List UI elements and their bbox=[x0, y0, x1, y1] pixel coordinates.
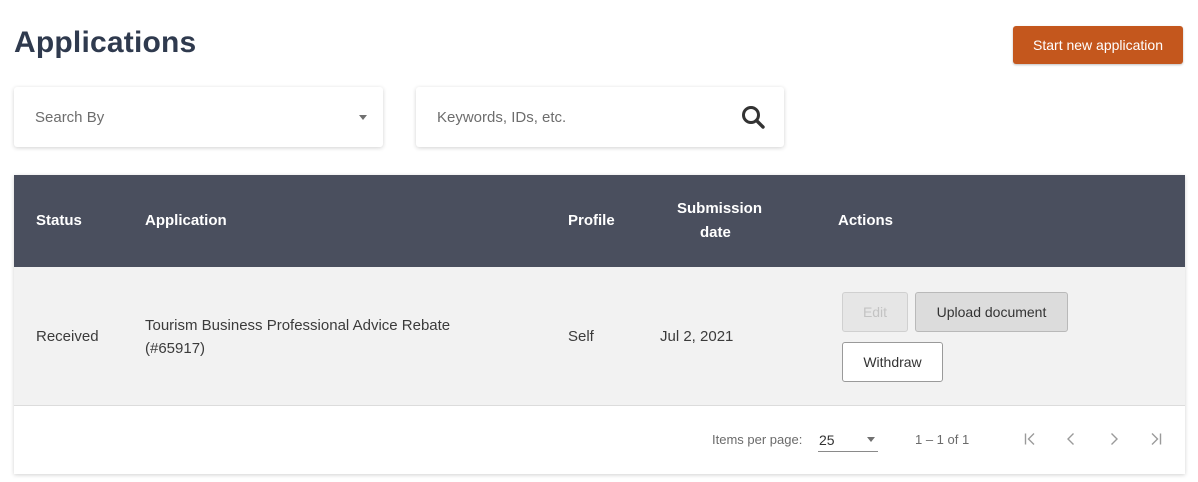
row-status: Received bbox=[36, 328, 99, 345]
search-by-placeholder: Search By bbox=[35, 108, 105, 126]
table-row: Received Tourism Business Professional A… bbox=[14, 267, 1185, 406]
first-page-icon[interactable] bbox=[1018, 426, 1042, 452]
pagination-range: 1 – 1 of 1 bbox=[915, 432, 970, 447]
applications-table: Status Application Profile Submission da… bbox=[14, 175, 1185, 474]
header-status: Status bbox=[36, 212, 82, 229]
header-application: Application bbox=[145, 212, 227, 229]
search-icon[interactable] bbox=[740, 104, 766, 130]
caret-down-icon bbox=[867, 437, 875, 442]
applications-page: Applications Start new application Searc… bbox=[0, 0, 1198, 482]
chevron-right-icon[interactable] bbox=[1102, 426, 1126, 452]
header-submission-date-line1: Submission bbox=[677, 200, 763, 217]
chevron-left-icon[interactable] bbox=[1059, 426, 1083, 452]
header-actions: Actions bbox=[838, 212, 894, 229]
items-per-page-select[interactable]: 25 bbox=[818, 428, 878, 452]
upload-document-button[interactable]: Upload document bbox=[915, 292, 1068, 332]
items-per-page-value: 25 bbox=[819, 431, 835, 448]
caret-down-icon bbox=[359, 114, 367, 120]
table-header: Status Application Profile Submission da… bbox=[14, 175, 1185, 267]
start-new-application-button[interactable]: Start new application bbox=[1013, 26, 1183, 64]
keywords-placeholder: Keywords, IDs, etc. bbox=[437, 108, 567, 126]
edit-button[interactable]: Edit bbox=[842, 292, 908, 332]
withdraw-button[interactable]: Withdraw bbox=[842, 342, 943, 382]
pagination: Items per page: 25 1 – 1 of 1 bbox=[14, 406, 1185, 474]
row-application-id: (#65917) bbox=[145, 340, 206, 357]
items-per-page-label: Items per page: bbox=[712, 432, 803, 447]
row-profile: Self bbox=[568, 328, 594, 345]
last-page-icon[interactable] bbox=[1144, 426, 1168, 452]
row-application-name: Tourism Business Professional Advice Reb… bbox=[145, 317, 451, 334]
row-submission-date: Jul 2, 2021 bbox=[660, 328, 734, 345]
search-by-select[interactable]: Search By bbox=[14, 87, 383, 147]
header-profile: Profile bbox=[568, 212, 615, 229]
page-title: Applications bbox=[14, 26, 197, 59]
header-submission-date-line2: date bbox=[700, 224, 731, 241]
keywords-search-input[interactable]: Keywords, IDs, etc. bbox=[416, 87, 784, 147]
